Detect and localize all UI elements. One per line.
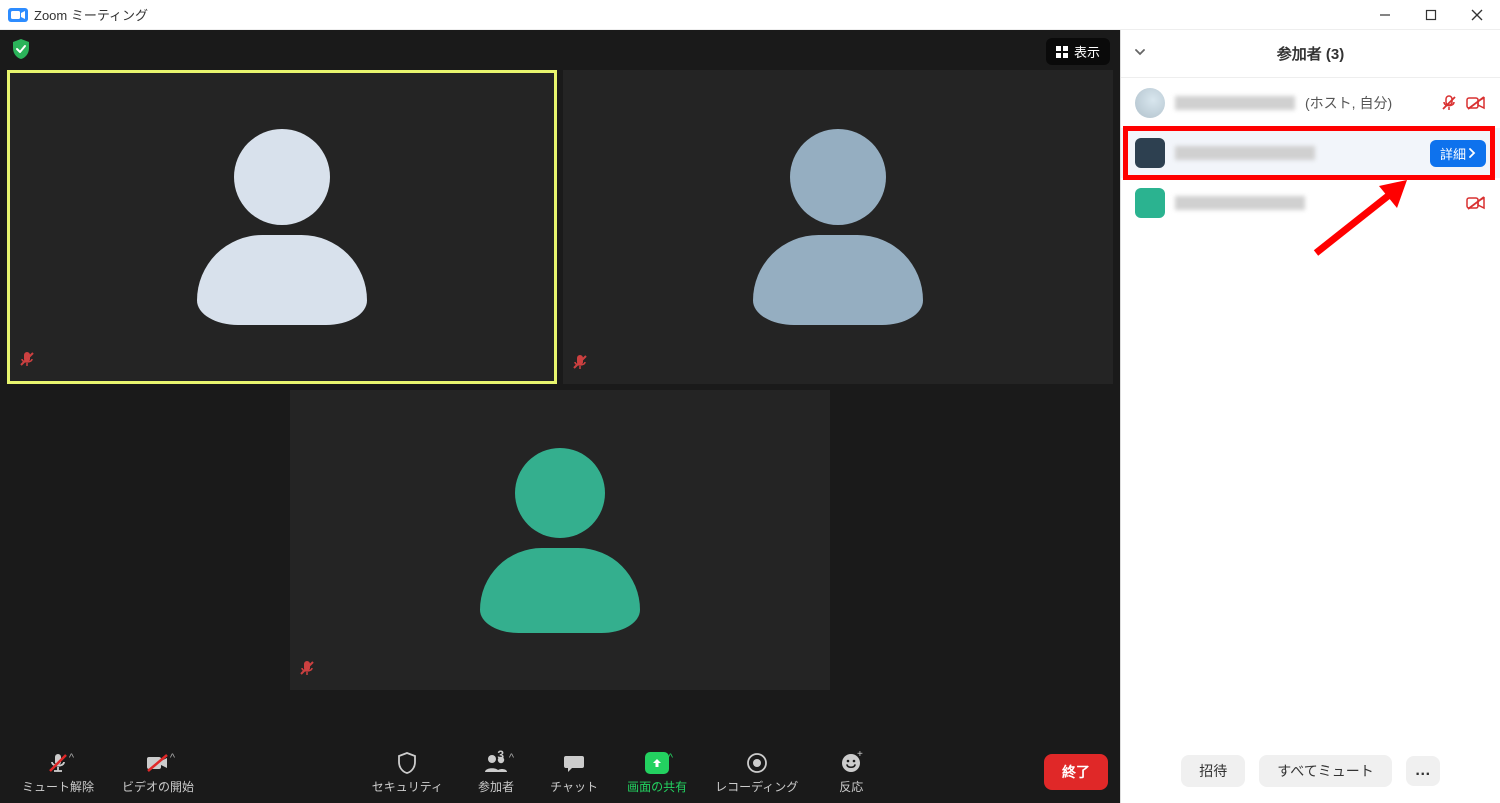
camera-off-icon [145, 751, 171, 775]
participant-name [1175, 96, 1295, 110]
camera-off-icon [1466, 195, 1486, 211]
window-title: Zoom ミーティング [34, 5, 148, 24]
participant-name [1175, 146, 1315, 160]
participants-icon [482, 751, 510, 775]
view-button-label: 表示 [1074, 42, 1100, 61]
chevron-down-icon[interactable] [1133, 45, 1147, 63]
participant-name [1175, 196, 1305, 210]
meeting-area: 表示 [0, 30, 1120, 803]
smile-icon: + [839, 751, 863, 775]
participant-row[interactable]: (ホスト, 自分) [1121, 78, 1500, 128]
record-icon [745, 751, 769, 775]
encryption-shield-icon[interactable] [10, 38, 32, 60]
video-tile[interactable] [563, 70, 1113, 384]
mic-muted-icon [298, 659, 316, 682]
participant-row[interactable]: 詳細 [1121, 128, 1500, 178]
chevron-right-icon [1468, 148, 1476, 158]
chevron-up-icon[interactable]: ^ [69, 752, 74, 764]
avatar [1135, 138, 1165, 168]
panel-footer: 招待 すべてミュート … [1121, 745, 1500, 803]
participant-meta: (ホスト, 自分) [1305, 93, 1392, 113]
window-maximize-button[interactable] [1408, 0, 1454, 30]
panel-title: 参加者 (3) [1277, 43, 1345, 64]
share-screen-icon [645, 752, 669, 774]
chat-icon [562, 751, 586, 775]
share-screen-button[interactable]: ^ 画面の共有 [617, 746, 697, 799]
mic-muted-icon [571, 353, 589, 376]
zoom-logo-icon [8, 8, 28, 22]
avatar-icon [480, 448, 640, 633]
mute-button[interactable]: ^ ミュート解除 [12, 746, 104, 799]
participant-detail-button[interactable]: 詳細 [1430, 140, 1486, 167]
view-button[interactable]: 表示 [1046, 38, 1110, 65]
participants-count-badge: 3 [497, 748, 504, 762]
chat-button[interactable]: チャット [539, 746, 609, 799]
security-button[interactable]: セキュリティ [362, 746, 453, 799]
video-tile[interactable] [290, 390, 830, 690]
participant-row[interactable] [1121, 178, 1500, 228]
end-meeting-button[interactable]: 終了 [1044, 754, 1108, 790]
svg-text:+: + [857, 751, 863, 760]
reactions-button[interactable]: + 反応 [816, 746, 886, 799]
participants-panel: 参加者 (3) (ホスト, 自分) [1120, 30, 1500, 803]
invite-button[interactable]: 招待 [1181, 755, 1245, 787]
chevron-up-icon[interactable]: ^ [509, 752, 514, 764]
panel-header: 参加者 (3) [1121, 30, 1500, 78]
avatar [1135, 188, 1165, 218]
avatar-icon [753, 129, 923, 325]
record-button[interactable]: レコーディング [705, 746, 808, 799]
avatar [1135, 88, 1165, 118]
chevron-up-icon[interactable]: ^ [668, 752, 673, 764]
camera-off-icon [1466, 95, 1486, 111]
mic-muted-icon [1440, 94, 1458, 112]
grid-icon [1056, 46, 1068, 58]
video-button[interactable]: ^ ビデオの開始 [112, 746, 204, 799]
titlebar: Zoom ミーティング [0, 0, 1500, 30]
chevron-up-icon[interactable]: ^ [170, 752, 175, 764]
avatar-icon [197, 129, 367, 325]
mute-all-button[interactable]: すべてミュート [1259, 755, 1391, 787]
window-minimize-button[interactable] [1362, 0, 1408, 30]
microphone-muted-icon [46, 751, 70, 775]
shield-icon [396, 751, 418, 775]
window-close-button[interactable] [1454, 0, 1500, 30]
meeting-toolbar: ^ ミュート解除 ^ ビデオの開始 [0, 741, 1120, 803]
participants-button[interactable]: 3 ^ 参加者 [461, 746, 531, 799]
video-tile[interactable] [7, 70, 557, 384]
mic-muted-icon [18, 350, 36, 373]
more-options-button[interactable]: … [1406, 756, 1440, 786]
